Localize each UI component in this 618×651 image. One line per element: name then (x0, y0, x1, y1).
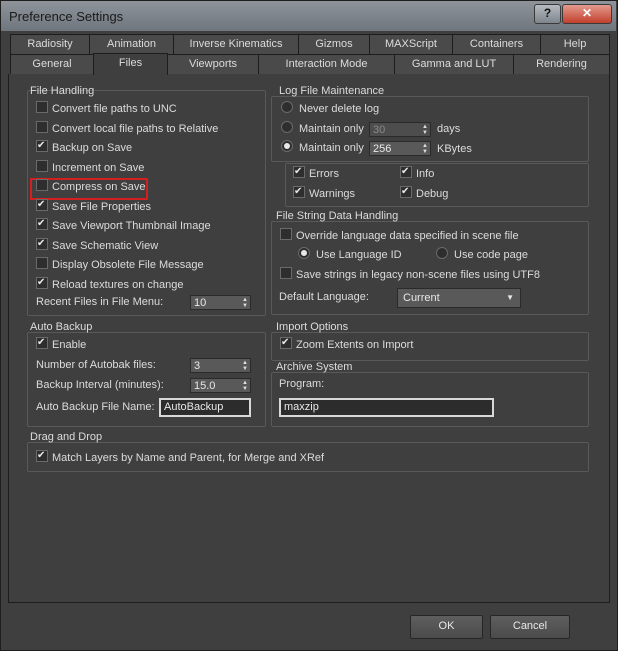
tab-animation[interactable]: Animation (89, 34, 174, 54)
use-language-id-radio[interactable]: Use Language ID (298, 247, 402, 264)
utf8-checkbox[interactable]: Save strings in legacy non-scene files u… (280, 267, 540, 284)
checkbox-box[interactable] (36, 334, 48, 351)
checkbox-box[interactable] (36, 235, 48, 252)
window-title: Preference Settings (9, 9, 124, 24)
checkbox-box[interactable] (36, 215, 48, 232)
spinner-arrows-icon[interactable]: ▲ ▼ (422, 143, 428, 155)
backup-name-label: Auto Backup File Name: (36, 401, 155, 413)
info-checkbox[interactable]: Info (400, 163, 434, 183)
import-options-title: Import Options (276, 321, 349, 333)
tab-files[interactable]: Files (93, 53, 168, 75)
log-file-title: Log File Maintenance (279, 85, 385, 97)
checkbox-box[interactable] (36, 196, 48, 213)
debug-checkbox[interactable]: Debug (400, 183, 448, 203)
help-button[interactable]: ? (534, 4, 561, 24)
backup-name-input[interactable]: AutoBackup (159, 398, 251, 417)
days-unit: days (437, 123, 461, 135)
enable-checkbox[interactable]: Enable (36, 334, 86, 354)
checkbox-box[interactable] (280, 267, 292, 279)
checkbox-box[interactable] (36, 179, 48, 191)
checkbox-box[interactable] (36, 447, 48, 464)
errors-checkbox[interactable]: Errors (293, 163, 339, 183)
default-language-label: Default Language: (279, 291, 369, 303)
display-obsolete-message-checkbox[interactable]: Display Obsolete File Message (36, 257, 204, 274)
backup-interval-label: Backup Interval (minutes): (36, 379, 164, 391)
drag-drop-title: Drag and Drop (30, 431, 103, 443)
checkbox-box[interactable] (280, 228, 292, 240)
default-language-dropdown[interactable]: Current ▼ (397, 288, 521, 308)
autobak-count-label: Number of Autobak files: (36, 359, 156, 371)
program-label: Program: (279, 378, 325, 390)
tab-gamma-and-lut[interactable]: Gamma and LUT (394, 54, 514, 74)
convert-unc-checkbox[interactable]: Convert file paths to UNC (36, 101, 177, 118)
checkbox-box[interactable] (280, 334, 292, 351)
days-spinner[interactable]: 30 ▲ ▼ (369, 122, 431, 137)
maintain-kb-radio[interactable]: Maintain only (281, 140, 364, 157)
tab-gizmos[interactable]: Gizmos (298, 34, 370, 54)
cancel-button[interactable]: Cancel (490, 615, 570, 639)
tab-inverse-kinematics[interactable]: Inverse Kinematics (173, 34, 299, 54)
save-schematic-view-checkbox[interactable]: Save Schematic View (36, 235, 158, 255)
checkbox-box[interactable] (36, 121, 48, 133)
ok-button[interactable]: OK (410, 615, 483, 639)
spinner-arrows-icon[interactable]: ▲ ▼ (242, 380, 248, 392)
auto-backup-title: Auto Backup (30, 321, 93, 333)
radio-button[interactable] (281, 121, 293, 133)
file-handling-title: File Handling (30, 85, 95, 97)
title-bar[interactable]: Preference Settings ? ✕ (1, 1, 616, 31)
recent-files-label: Recent Files in File Menu: (36, 296, 164, 308)
checkbox-box[interactable] (400, 163, 412, 180)
tab-interaction-mode[interactable]: Interaction Mode (258, 54, 395, 74)
checkbox-box[interactable] (36, 257, 48, 269)
checkbox-box[interactable] (36, 160, 48, 172)
backup-on-save-checkbox[interactable]: Backup on Save (36, 137, 132, 157)
tab-rendering[interactable]: Rendering (513, 54, 610, 74)
checkbox-box[interactable] (293, 163, 305, 180)
backup-interval-spinner[interactable]: 15.0 ▲ ▼ (190, 378, 251, 393)
recent-files-spinner[interactable]: 10 ▲ ▼ (190, 295, 251, 310)
convert-relative-checkbox[interactable]: Convert local file paths to Relative (36, 121, 218, 138)
tab-radiosity[interactable]: Radiosity (10, 34, 90, 54)
archive-system-title: Archive System (276, 361, 353, 373)
reload-textures-checkbox[interactable]: Reload textures on change (36, 274, 183, 294)
spinner-arrows-icon[interactable]: ▲ ▼ (242, 297, 248, 309)
program-input[interactable]: maxzip (279, 398, 494, 417)
increment-on-save-checkbox[interactable]: Increment on Save (36, 160, 144, 177)
radio-button[interactable] (281, 101, 293, 113)
radio-button[interactable] (298, 247, 310, 259)
checkbox-box[interactable] (36, 137, 48, 154)
checkbox-box[interactable] (400, 183, 412, 200)
tab-containers[interactable]: Containers (452, 34, 541, 54)
checkbox-box[interactable] (36, 101, 48, 113)
close-button[interactable]: ✕ (562, 4, 612, 24)
spinner-arrows-icon[interactable]: ▲ ▼ (242, 360, 248, 372)
chevron-down-icon: ▼ (506, 293, 514, 302)
checkbox-box[interactable] (293, 183, 305, 200)
spinner-arrows-icon[interactable]: ▲ ▼ (422, 124, 428, 136)
kb-spinner[interactable]: 256 ▲ ▼ (369, 141, 431, 156)
save-viewport-thumbnail-checkbox[interactable]: Save Viewport Thumbnail Image (36, 215, 211, 235)
checkbox-box[interactable] (36, 274, 48, 291)
warnings-checkbox[interactable]: Warnings (293, 183, 355, 203)
use-code-page-radio[interactable]: Use code page (436, 247, 528, 264)
compress-on-save-checkbox[interactable]: Compress on Save (36, 179, 146, 196)
kb-unit: KBytes (437, 143, 472, 155)
never-delete-log-radio[interactable]: Never delete log (281, 101, 379, 118)
zoom-extents-checkbox[interactable]: Zoom Extents on Import (280, 334, 413, 354)
autobak-count-spinner[interactable]: 3 ▲ ▼ (190, 358, 251, 373)
tab-viewports[interactable]: Viewports (167, 54, 259, 74)
radio-button[interactable] (436, 247, 448, 259)
override-language-checkbox[interactable]: Override language data specified in scen… (280, 228, 519, 245)
radio-button[interactable] (281, 140, 293, 152)
tab-general[interactable]: General (10, 54, 94, 74)
maintain-days-radio[interactable]: Maintain only (281, 121, 364, 138)
match-layers-checkbox[interactable]: Match Layers by Name and Parent, for Mer… (36, 447, 324, 467)
string-data-title: File String Data Handling (276, 210, 399, 222)
save-file-properties-checkbox[interactable]: Save File Properties (36, 196, 151, 216)
tab-maxscript[interactable]: MAXScript (369, 34, 453, 54)
tab-help[interactable]: Help (540, 34, 610, 54)
